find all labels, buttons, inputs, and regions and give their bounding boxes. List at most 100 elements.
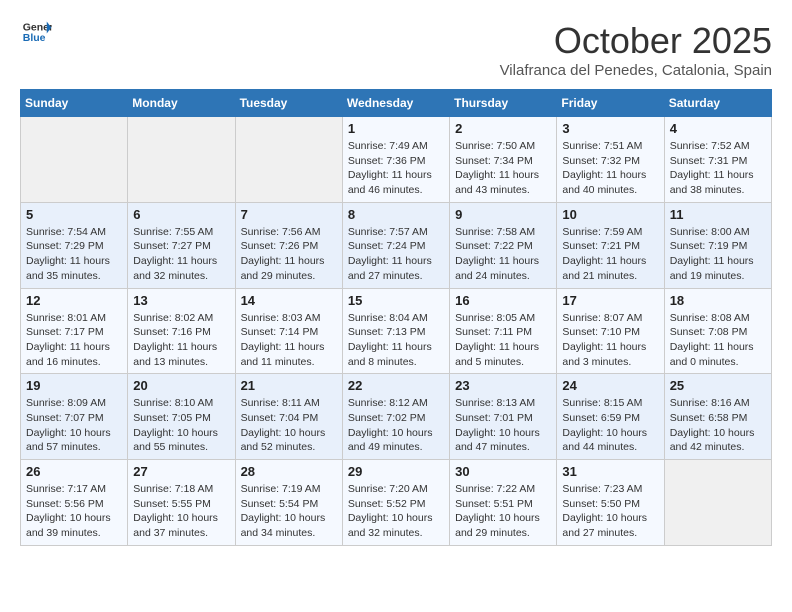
calendar-table: SundayMondayTuesdayWednesdayThursdayFrid… [20,89,772,546]
day-number: 24 [562,378,658,393]
day-info: Sunrise: 7:22 AM Sunset: 5:51 PM Dayligh… [455,482,551,541]
calendar-cell: 28 Sunrise: 7:19 AM Sunset: 5:54 PM Dayli… [235,460,342,546]
day-info: Sunrise: 7:55 AM Sunset: 7:27 PM Dayligh… [133,225,229,284]
calendar-cell: 21Sunrise: 8:11 AM Sunset: 7:04 PM Dayli… [235,374,342,460]
calendar-cell: 31 Sunrise: 7:23 AM Sunset: 5:50 PM Dayli… [557,460,664,546]
day-info: Sunrise: 8:15 AM Sunset: 6:59 PM Dayligh… [562,396,658,455]
day-info: Sunrise: 7:23 AM Sunset: 5:50 PM Dayligh… [562,482,658,541]
day-number: 31 [562,464,658,479]
calendar-week-row: 26Sunrise: 7:17 AM Sunset: 5:56 PM Dayli… [21,460,772,546]
calendar-cell [664,460,771,546]
day-info: Sunrise: 7:20 AM Sunset: 5:52 PM Dayligh… [348,482,444,541]
day-number: 13 [133,293,229,308]
day-info: Sunrise: 7:52 AM Sunset: 7:31 PM Dayligh… [670,139,766,198]
day-info: Sunrise: 7:54 AM Sunset: 7:29 PM Dayligh… [26,225,122,284]
day-number: 23 [455,378,551,393]
day-info: Sunrise: 8:03 AM Sunset: 7:14 PM Dayligh… [241,311,337,370]
weekday-header: Monday [128,90,235,117]
day-number: 3 [562,121,658,136]
calendar-cell: 19 Sunrise: 8:09 AM Sunset: 7:07 PM Dayli… [21,374,128,460]
day-number: 4 [670,121,766,136]
calendar-cell: 29Sunrise: 7:20 AM Sunset: 5:52 PM Dayli… [342,460,449,546]
day-info: Sunrise: 8:01 AM Sunset: 7:17 PM Dayligh… [26,311,122,370]
svg-text:Blue: Blue [23,32,46,44]
calendar-week-row: 12 Sunrise: 8:01 AM Sunset: 7:17 PM Dayli… [21,288,772,374]
weekday-header: Sunday [21,90,128,117]
calendar-cell: 2 Sunrise: 7:50 AM Sunset: 7:34 PM Daylig… [450,117,557,203]
day-number: 7 [241,207,337,222]
weekday-header-row: SundayMondayTuesdayWednesdayThursdayFrid… [21,90,772,117]
day-info: Sunrise: 8:10 AM Sunset: 7:05 PM Dayligh… [133,396,229,455]
day-info: Sunrise: 8:07 AM Sunset: 7:10 PM Dayligh… [562,311,658,370]
day-number: 2 [455,121,551,136]
page-header: General Blue October 2025 Vilafranca del… [20,20,772,79]
day-number: 6 [133,207,229,222]
calendar-cell: 22Sunrise: 8:12 AM Sunset: 7:02 PM Dayli… [342,374,449,460]
day-number: 20 [133,378,229,393]
day-number: 14 [241,293,337,308]
day-number: 27 [133,464,229,479]
day-info: Sunrise: 8:11 AM Sunset: 7:04 PM Dayligh… [241,396,337,455]
location: Vilafranca del Penedes, Catalonia, Spain [500,62,772,79]
day-info: Sunrise: 8:02 AM Sunset: 7:16 PM Dayligh… [133,311,229,370]
calendar-cell: 10 Sunrise: 7:59 AM Sunset: 7:21 PM Dayli… [557,202,664,288]
day-info: Sunrise: 7:17 AM Sunset: 5:56 PM Dayligh… [26,482,122,541]
title-block: October 2025 Vilafranca del Penedes, Cat… [500,20,772,79]
calendar-cell [128,117,235,203]
weekday-header: Friday [557,90,664,117]
day-info: Sunrise: 7:51 AM Sunset: 7:32 PM Dayligh… [562,139,658,198]
day-info: Sunrise: 7:49 AM Sunset: 7:36 PM Dayligh… [348,139,444,198]
calendar-cell: 25 Sunrise: 8:16 AM Sunset: 6:58 PM Dayli… [664,374,771,460]
day-info: Sunrise: 7:57 AM Sunset: 7:24 PM Dayligh… [348,225,444,284]
calendar-cell: 23Sunrise: 8:13 AM Sunset: 7:01 PM Dayli… [450,374,557,460]
day-number: 9 [455,207,551,222]
logo: General Blue [20,20,52,44]
calendar-cell: 26Sunrise: 7:17 AM Sunset: 5:56 PM Dayli… [21,460,128,546]
calendar-cell: 8 Sunrise: 7:57 AM Sunset: 7:24 PM Daylig… [342,202,449,288]
day-info: Sunrise: 7:56 AM Sunset: 7:26 PM Dayligh… [241,225,337,284]
calendar-cell: 24 Sunrise: 8:15 AM Sunset: 6:59 PM Dayli… [557,374,664,460]
day-info: Sunrise: 7:19 AM Sunset: 5:54 PM Dayligh… [241,482,337,541]
day-info: Sunrise: 8:04 AM Sunset: 7:13 PM Dayligh… [348,311,444,370]
calendar-week-row: 1 Sunrise: 7:49 AM Sunset: 7:36 PM Daylig… [21,117,772,203]
calendar-cell: 20 Sunrise: 8:10 AM Sunset: 7:05 PM Dayli… [128,374,235,460]
day-info: Sunrise: 8:09 AM Sunset: 7:07 PM Dayligh… [26,396,122,455]
day-number: 12 [26,293,122,308]
calendar-cell: 13 Sunrise: 8:02 AM Sunset: 7:16 PM Dayli… [128,288,235,374]
calendar-cell: 3 Sunrise: 7:51 AM Sunset: 7:32 PM Daylig… [557,117,664,203]
weekday-header: Wednesday [342,90,449,117]
day-number: 10 [562,207,658,222]
calendar-cell: 9Sunrise: 7:58 AM Sunset: 7:22 PM Daylig… [450,202,557,288]
day-number: 28 [241,464,337,479]
calendar-cell: 7 Sunrise: 7:56 AM Sunset: 7:26 PM Daylig… [235,202,342,288]
day-info: Sunrise: 8:05 AM Sunset: 7:11 PM Dayligh… [455,311,551,370]
day-info: Sunrise: 7:50 AM Sunset: 7:34 PM Dayligh… [455,139,551,198]
weekday-header: Saturday [664,90,771,117]
calendar-cell [235,117,342,203]
day-number: 17 [562,293,658,308]
day-number: 25 [670,378,766,393]
calendar-cell: 6 Sunrise: 7:55 AM Sunset: 7:27 PM Daylig… [128,202,235,288]
calendar-cell: 30 Sunrise: 7:22 AM Sunset: 5:51 PM Dayli… [450,460,557,546]
day-number: 5 [26,207,122,222]
day-info: Sunrise: 8:16 AM Sunset: 6:58 PM Dayligh… [670,396,766,455]
day-info: Sunrise: 7:59 AM Sunset: 7:21 PM Dayligh… [562,225,658,284]
calendar-week-row: 19 Sunrise: 8:09 AM Sunset: 7:07 PM Dayli… [21,374,772,460]
day-info: Sunrise: 8:12 AM Sunset: 7:02 PM Dayligh… [348,396,444,455]
day-number: 30 [455,464,551,479]
month-title: October 2025 [500,20,772,62]
day-number: 16 [455,293,551,308]
calendar-cell: 1 Sunrise: 7:49 AM Sunset: 7:36 PM Daylig… [342,117,449,203]
day-number: 8 [348,207,444,222]
calendar-cell: 11Sunrise: 8:00 AM Sunset: 7:19 PM Dayli… [664,202,771,288]
day-number: 15 [348,293,444,308]
day-number: 19 [26,378,122,393]
weekday-header: Thursday [450,90,557,117]
calendar-cell: 17 Sunrise: 8:07 AM Sunset: 7:10 PM Dayli… [557,288,664,374]
day-number: 1 [348,121,444,136]
weekday-header: Tuesday [235,90,342,117]
calendar-cell: 27Sunrise: 7:18 AM Sunset: 5:55 PM Dayli… [128,460,235,546]
day-number: 11 [670,207,766,222]
calendar-cell: 12 Sunrise: 8:01 AM Sunset: 7:17 PM Dayli… [21,288,128,374]
calendar-cell [21,117,128,203]
